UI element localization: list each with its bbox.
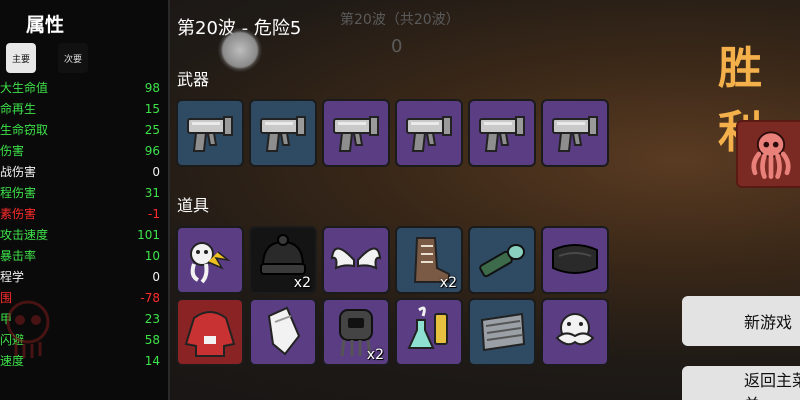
- weapon-slot[interactable]: [322, 99, 390, 167]
- item-slot[interactable]: [249, 298, 317, 366]
- item-quantity: x2: [439, 275, 457, 291]
- stat-row: 暴击率 10: [0, 245, 170, 266]
- stat-label: 生命窃取: [0, 123, 49, 137]
- wave-count-value: 0: [391, 36, 403, 57]
- stat-value: 25: [144, 122, 160, 137]
- octopus-icon: [751, 131, 791, 179]
- potion-icon: [407, 306, 448, 349]
- gun-icon: [260, 116, 306, 152]
- stat-value: 0: [152, 164, 160, 179]
- armor-icon: [480, 312, 526, 352]
- gun-icon: [406, 116, 452, 152]
- item-quantity: x2: [293, 275, 311, 291]
- stat-value: 96: [144, 143, 160, 158]
- stat-value: 58: [144, 332, 160, 347]
- stats-panel: 属性 主要 次要 大生命值 98 命再生 15 生命窃取 25 伤害 96 战伤害 0 程伤害 31 素…: [0, 0, 170, 400]
- stat-label: 大生命值: [0, 81, 49, 95]
- stat-value: -1: [148, 206, 160, 221]
- gun-icon: [479, 116, 525, 152]
- item-slot[interactable]: [541, 298, 609, 366]
- tab-secondary-stats[interactable]: 次要: [58, 43, 88, 73]
- new-game-button[interactable]: 新游戏: [682, 296, 800, 346]
- item-slot[interactable]: [468, 298, 536, 366]
- item-slot[interactable]: [176, 226, 244, 294]
- item-quantity: x2: [366, 347, 384, 363]
- item-slot[interactable]: x2: [395, 226, 463, 294]
- weapon-slot[interactable]: [176, 99, 244, 167]
- item-slot[interactable]: x2: [249, 226, 317, 294]
- weapon-slot[interactable]: [395, 99, 463, 167]
- cursor-dot: [218, 28, 262, 72]
- stat-label: 命再生: [0, 102, 37, 116]
- stat-label: 暴击率: [0, 249, 37, 263]
- tab-primary-stats[interactable]: 主要: [6, 43, 36, 73]
- item-slot[interactable]: [395, 298, 463, 366]
- stat-row: 战伤害 0: [0, 161, 170, 182]
- stat-value: 0: [152, 269, 160, 284]
- enemy-card: [736, 120, 800, 188]
- gun-icon: [187, 116, 233, 152]
- stat-row: 攻击速度 101: [0, 224, 170, 245]
- stats-title: 属性: [26, 14, 65, 36]
- item-slot[interactable]: [176, 298, 244, 366]
- items-label: 道具: [177, 196, 210, 215]
- stat-value: 14: [144, 353, 160, 368]
- wings-icon: [330, 247, 382, 270]
- stat-value: -78: [140, 290, 160, 305]
- stat-row: 生命窃取 25: [0, 119, 170, 140]
- hoodie-icon: [184, 311, 236, 357]
- stat-value: 98: [144, 80, 160, 95]
- stat-value: 23: [144, 311, 160, 326]
- wave-count-label: 第20波（共20波）: [340, 12, 460, 28]
- mustache-icon: [555, 313, 595, 346]
- stat-label: 攻击速度: [0, 228, 49, 242]
- stat-row: 素伤害 -1: [0, 203, 170, 224]
- stat-row: 大生命值 98: [0, 77, 170, 98]
- item-slot[interactable]: [541, 226, 609, 294]
- skull-decoration-icon: [6, 300, 50, 358]
- weapons-label: 武器: [177, 70, 210, 89]
- back-to-menu-button[interactable]: 返回主菜单: [682, 366, 800, 400]
- stat-row: 命再生 15: [0, 98, 170, 119]
- stat-row: 程学 0: [0, 266, 170, 287]
- stat-row: 伤害 96: [0, 140, 170, 161]
- item-slot[interactable]: x2: [322, 298, 390, 366]
- scarf-icon: [552, 244, 598, 274]
- glove-icon: [267, 306, 301, 356]
- weapon-slot[interactable]: [468, 99, 536, 167]
- stat-value: 101: [137, 227, 160, 242]
- item-slot[interactable]: [322, 226, 390, 294]
- gun-icon: [552, 116, 598, 152]
- weapon-slot[interactable]: [249, 99, 317, 167]
- stat-label: 程学: [0, 270, 25, 284]
- stat-label: 素伤害: [0, 207, 37, 221]
- stat-label: 伤害: [0, 144, 25, 158]
- stat-label: 程伤害: [0, 186, 37, 200]
- stat-label: 战伤害: [0, 165, 37, 179]
- ghost-creature-icon: [190, 242, 231, 284]
- stat-value: 10: [144, 248, 160, 263]
- stat-value: 15: [144, 101, 160, 116]
- stat-value: 31: [144, 185, 160, 200]
- flashlight-icon: [479, 244, 525, 278]
- stat-row: 程伤害 31: [0, 182, 170, 203]
- gun-icon: [333, 116, 379, 152]
- weapon-slot[interactable]: [541, 99, 609, 167]
- item-slot[interactable]: [468, 226, 536, 294]
